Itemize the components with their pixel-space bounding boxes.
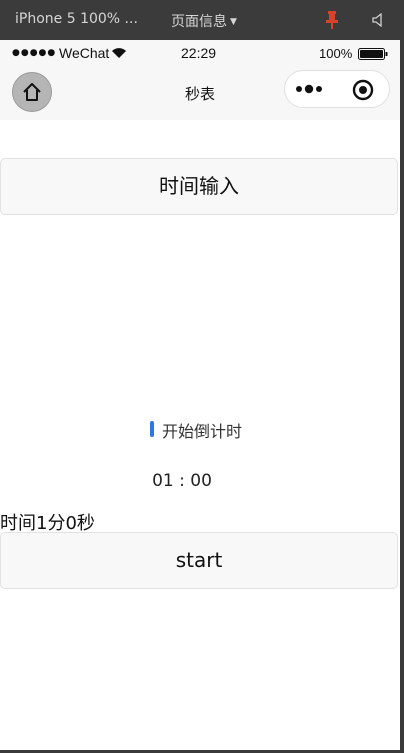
- pin-icon[interactable]: [326, 11, 338, 29]
- more-options-icon[interactable]: [294, 79, 326, 99]
- navigation-bar: 秒表: [0, 66, 400, 120]
- status-bar: ●●●●● WeChat 22:29 100%: [0, 40, 400, 66]
- clock-display: 01 : 00: [152, 471, 212, 491]
- window-edge: [400, 40, 404, 753]
- carrier-name: WeChat: [59, 45, 110, 61]
- status-time: 22:29: [181, 45, 217, 61]
- battery-percent: 100%: [319, 46, 353, 61]
- mute-speaker-icon[interactable]: [372, 13, 386, 27]
- close-mini-program-icon[interactable]: [352, 79, 374, 101]
- page-info-menu[interactable]: 页面信息 ▼: [171, 11, 237, 31]
- caret-down-icon: ▼: [230, 17, 237, 27]
- start-button[interactable]: start: [0, 532, 398, 589]
- mini-program-capsule: [284, 70, 390, 108]
- devtools-toolbar: iPhone 5 100% ... 页面信息 ▼: [0, 0, 404, 40]
- battery-icon: [358, 48, 388, 60]
- time-input-button[interactable]: 时间输入: [0, 158, 398, 215]
- phone-screen: ●●●●● WeChat 22:29 100% 秒表 时间输入 开始倒计时 01…: [0, 40, 400, 750]
- countdown-label: 开始倒计时: [162, 422, 243, 441]
- signal-strength-icon: ●●●●●: [12, 48, 57, 58]
- device-selector[interactable]: iPhone 5 100% ...: [15, 11, 138, 27]
- page-info-label: 页面信息: [171, 14, 227, 30]
- wifi-icon: [112, 48, 126, 58]
- accent-bar: [150, 421, 154, 437]
